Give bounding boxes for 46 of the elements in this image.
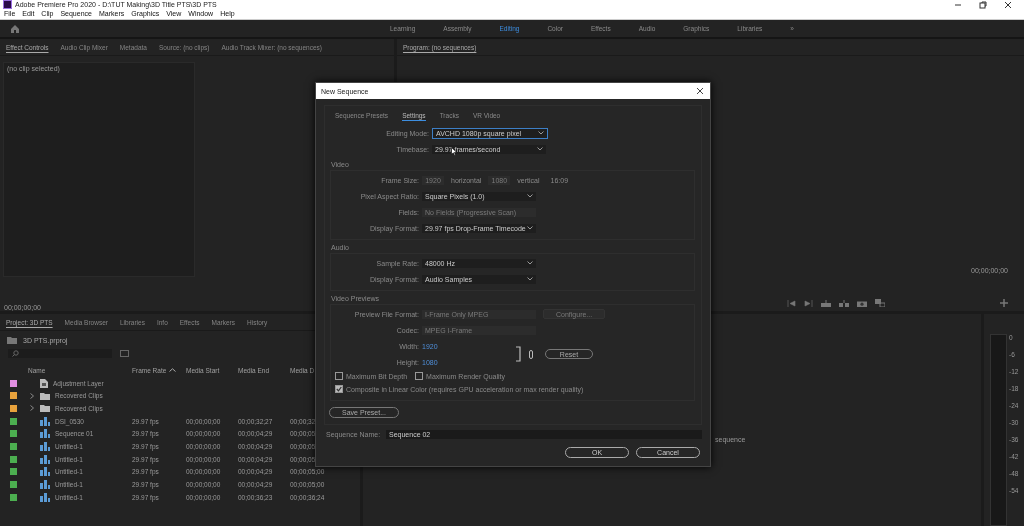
restore-icon[interactable]	[979, 0, 987, 9]
checkbox[interactable]	[335, 385, 343, 393]
close-icon[interactable]	[1004, 0, 1012, 9]
sequence-icon	[40, 492, 50, 502]
mark-out-icon[interactable]	[804, 299, 813, 307]
new-bin-icon[interactable]	[120, 350, 129, 357]
caret-icon	[538, 131, 544, 135]
checkbox[interactable]	[415, 372, 424, 380]
link-icon[interactable]	[529, 349, 533, 359]
label-color-swatch[interactable]	[10, 417, 17, 425]
camera-icon[interactable]	[857, 299, 867, 307]
bracket-icon	[516, 346, 521, 362]
label-color-swatch[interactable]	[10, 468, 17, 476]
app-logo-icon	[3, 0, 12, 9]
add-icon[interactable]	[1000, 299, 1008, 307]
sequence-icon	[40, 454, 50, 464]
caret-icon	[527, 261, 533, 265]
label-color-swatch[interactable]	[10, 430, 17, 438]
search-icon	[12, 350, 19, 357]
label-color-swatch[interactable]	[10, 442, 17, 450]
caret-icon	[527, 226, 533, 230]
label-color-swatch[interactable]	[10, 481, 17, 489]
sequence-icon	[40, 467, 50, 477]
close-icon[interactable]	[696, 87, 704, 95]
search-field[interactable]	[8, 349, 112, 358]
label-color-swatch[interactable]	[10, 455, 17, 463]
extract-icon[interactable]	[839, 299, 849, 307]
label-color-swatch[interactable]	[10, 493, 17, 501]
checkbox[interactable]	[335, 372, 343, 380]
caret-icon	[527, 194, 533, 198]
caret-icon	[537, 147, 543, 151]
sequence-icon	[40, 416, 50, 426]
label-color-swatch[interactable]	[10, 392, 17, 400]
sequence-icon	[40, 429, 50, 439]
folder-icon	[7, 336, 17, 344]
sort-up-icon	[169, 368, 177, 373]
mark-in-icon[interactable]	[787, 299, 796, 307]
compare-icon[interactable]	[875, 299, 885, 307]
caret-icon	[527, 277, 533, 281]
sequence-icon	[40, 441, 50, 451]
sequence-icon	[40, 480, 50, 490]
home-icon[interactable]	[10, 23, 20, 33]
document-icon	[40, 378, 48, 388]
label-color-swatch[interactable]	[10, 404, 17, 412]
lift-icon[interactable]	[821, 299, 831, 307]
label-color-swatch[interactable]	[10, 379, 17, 387]
